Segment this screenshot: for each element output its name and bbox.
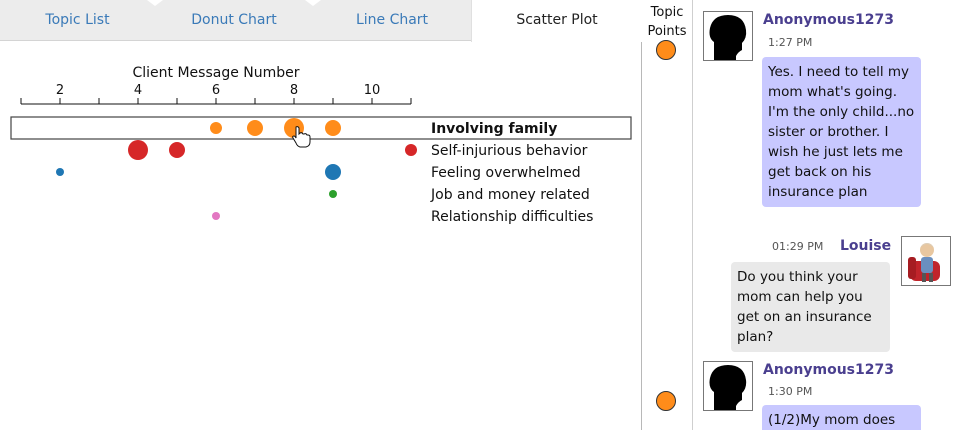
scatter-point[interactable] <box>210 122 222 134</box>
topic-point-marker[interactable] <box>656 391 676 411</box>
message-bubble: Yes. I need to tell my mom what's going.… <box>762 57 921 207</box>
tab-donut-chart[interactable]: Donut Chart <box>155 0 313 41</box>
tab-line-chart[interactable]: Line Chart <box>313 0 471 41</box>
x-tick-label: 4 <box>134 83 142 98</box>
scatter-point[interactable] <box>329 190 337 198</box>
anonymous-avatar-icon <box>703 11 753 61</box>
topic-row[interactable]: Feeling overwhelmed <box>56 164 581 181</box>
topic-points-title: Topic Points <box>643 3 691 41</box>
topic-label[interactable]: Involving family <box>431 121 557 137</box>
topic-row[interactable]: Involving family <box>210 118 557 138</box>
x-axis-title: Client Message Number <box>132 65 299 81</box>
topic-points-column: Topic Points <box>643 0 693 430</box>
topic-label[interactable]: Job and money related <box>430 187 590 203</box>
counselor-avatar-icon <box>901 236 951 286</box>
message-time: 1:30 PM <box>768 385 813 398</box>
scatter-point[interactable] <box>325 164 341 180</box>
x-tick-label: 2 <box>56 83 64 98</box>
scatter-point[interactable] <box>128 140 148 160</box>
visualization-panel: Topic List Donut Chart Line Chart Scatte… <box>0 0 642 430</box>
chat-transcript: Anonymous1273 1:27 PM Yes. I need to tel… <box>694 0 960 430</box>
x-tick-label: 8 <box>290 83 298 98</box>
scatter-point[interactable] <box>169 142 185 158</box>
message-time: 1:27 PM <box>768 36 813 49</box>
tab-separator <box>147 0 163 6</box>
topic-point-marker[interactable] <box>656 40 676 60</box>
tab-scatter-plot[interactable]: Scatter Plot <box>471 0 642 42</box>
topic-points-title-line1: Topic <box>650 5 684 20</box>
tab-bar: Topic List Donut Chart Line Chart Scatte… <box>0 0 642 42</box>
scatter-point[interactable] <box>212 212 220 220</box>
scatter-plot: Client Message Number 2 4 6 8 10 Involving f… <box>10 65 632 225</box>
scatter-point[interactable] <box>56 168 64 176</box>
topic-row[interactable]: Job and money related <box>329 187 590 203</box>
topic-points-title-line2: Points <box>647 24 687 39</box>
scatter-point[interactable] <box>325 120 341 136</box>
topic-label[interactable]: Self-injurious behavior <box>431 143 588 159</box>
topic-row[interactable]: Self-injurious behavior <box>128 140 588 160</box>
tab-separator <box>305 0 321 6</box>
tab-topic-list[interactable]: Topic List <box>0 0 155 41</box>
anonymous-avatar-icon <box>703 361 753 411</box>
message-author: Anonymous1273 <box>763 12 894 28</box>
topic-label[interactable]: Feeling overwhelmed <box>431 165 581 181</box>
scatter-point[interactable] <box>405 144 417 156</box>
message-bubble: (1/2)My mom does <box>762 405 921 430</box>
topic-label[interactable]: Relationship difficulties <box>431 209 593 225</box>
message-bubble: Do you think your mom can help you get o… <box>731 262 890 352</box>
topic-row[interactable]: Relationship difficulties <box>212 209 593 225</box>
x-tick-label: 10 <box>364 83 381 98</box>
message-author: Anonymous1273 <box>763 362 894 378</box>
message-author: Louise <box>840 238 892 254</box>
message-time: 01:29 PM <box>772 240 824 253</box>
x-tick-label: 6 <box>212 83 220 98</box>
scatter-point[interactable] <box>247 120 263 136</box>
